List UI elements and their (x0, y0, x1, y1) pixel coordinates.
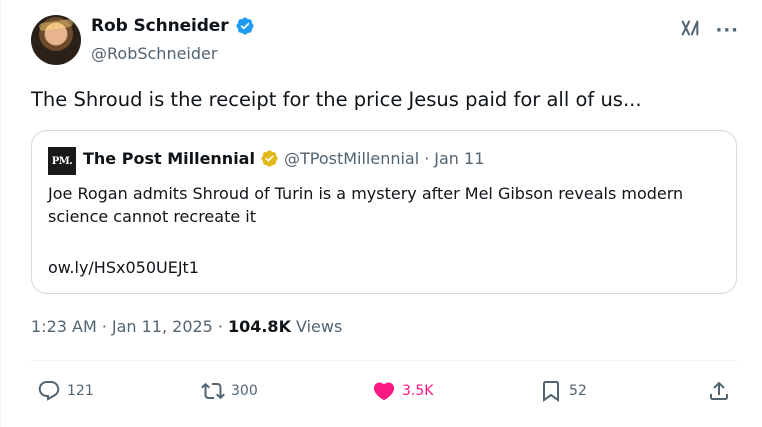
tweet-card: Rob Schneider @RobSchneider ··· The Shro… (0, 0, 762, 427)
heart-icon (372, 379, 396, 403)
tweet-time[interactable]: 1:23 AM (31, 317, 97, 336)
bookmark-count: 52 (569, 383, 587, 399)
meta-separator: · (101, 317, 107, 336)
repost-button[interactable]: 300 (201, 372, 258, 410)
action-bar: 121 300 3.5K 52 (31, 372, 737, 410)
reply-icon (37, 379, 61, 403)
top-right-actions: ··· (679, 17, 739, 44)
quote-separator: · (424, 149, 430, 168)
grok-icon[interactable] (679, 17, 701, 44)
repost-icon (201, 379, 225, 403)
like-count: 3.5K (402, 383, 434, 399)
verified-gold-badge-icon (260, 149, 279, 168)
bookmark-button[interactable]: 52 (539, 372, 587, 410)
tweet-date[interactable]: Jan 11, 2025 (112, 317, 213, 336)
author-name-row: Rob Schneider (91, 16, 255, 36)
actions-divider (31, 360, 737, 361)
author-display-name[interactable]: Rob Schneider (91, 16, 229, 36)
share-icon (707, 379, 731, 403)
share-button[interactable] (707, 372, 731, 410)
quote-header: The Post Millennial @TPostMillennial · J… (83, 149, 484, 168)
meta-separator: · (217, 317, 223, 336)
quote-author-handle[interactable]: @TPostMillennial (284, 149, 419, 168)
quote-body-text: Joe Rogan admits Shroud of Turin is a my… (48, 184, 684, 226)
quoted-tweet[interactable]: PM. The Post Millennial @TPostMillennial… (31, 130, 737, 294)
reply-count: 121 (67, 383, 94, 399)
views-count: 104.8K (227, 317, 291, 336)
quote-link[interactable]: ow.ly/HSx050UEJt1 (48, 258, 199, 277)
author-handle[interactable]: @RobSchneider (91, 44, 217, 63)
reply-button[interactable]: 121 (37, 372, 94, 410)
views-label: Views (295, 317, 343, 336)
tweet-meta-row: 1:23 AM · Jan 11, 2025 · 104.8K Views (31, 317, 342, 336)
quote-author-name[interactable]: The Post Millennial (83, 149, 255, 168)
verified-badge-icon (235, 16, 255, 36)
repost-count: 300 (231, 383, 258, 399)
quote-avatar-logo[interactable]: PM. (48, 147, 76, 175)
avatar[interactable] (31, 15, 81, 65)
bookmark-icon (539, 379, 563, 403)
more-icon[interactable]: ··· (715, 20, 739, 41)
tweet-text: The Shroud is the receipt for the price … (31, 88, 642, 111)
like-button[interactable]: 3.5K (372, 372, 433, 410)
quote-date[interactable]: Jan 11 (434, 149, 484, 168)
